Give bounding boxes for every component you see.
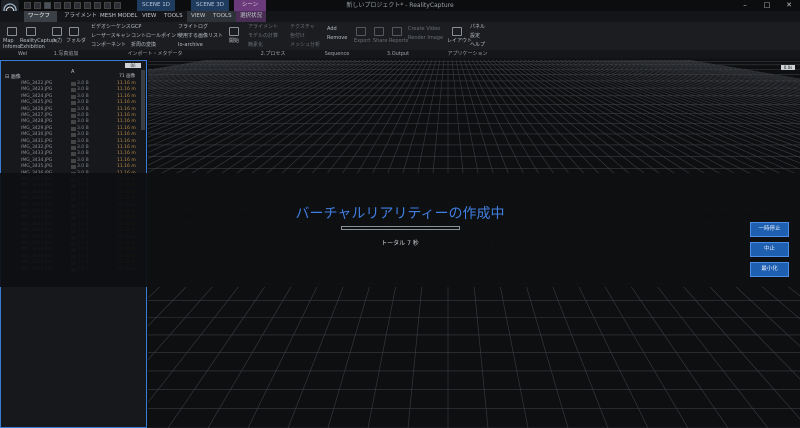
image-thumbnail-icon — [71, 139, 76, 144]
progress-elapsed-time: トータル 7 秒 — [381, 240, 419, 247]
title-bar: SCENE 1D SCENE 3D シーン 新しいプロジェクト* - Reali… — [0, 0, 800, 22]
image-thumbnail-icon — [71, 146, 76, 150]
folder-open-icon[interactable] — [52, 27, 62, 36]
image-thumbnail-icon — [71, 82, 76, 86]
help-button[interactable]: ヘルプ — [470, 42, 485, 48]
menu-workflow[interactable]: ワークフロー — [24, 11, 57, 30]
expand-icon[interactable]: ⊟ — [5, 74, 9, 80]
progress-bar — [341, 226, 460, 230]
image-thumbnail-icon — [71, 158, 76, 163]
menu-view[interactable]: VIEW — [138, 11, 160, 22]
control-points-button[interactable]: コントロールポイント — [131, 33, 181, 39]
align-button[interactable]: アライメント — [248, 24, 278, 30]
input-button-label[interactable]: 入力 — [52, 38, 62, 44]
image-thumbnail-icon — [71, 152, 76, 157]
menu-mesh-model[interactable]: MESH MODEL — [96, 11, 141, 22]
panels-button[interactable]: パネル — [470, 24, 485, 30]
ribbon-group-labels: Wel 1.写真追加 インポート・メタデータ 2.プロセス Sequence 3… — [0, 50, 800, 58]
compute-model-button[interactable]: モデルの計算 — [248, 33, 278, 39]
io-archive-button[interactable]: Io-archive — [178, 42, 203, 48]
flight-log-button[interactable]: フライトログ — [178, 24, 208, 30]
map-icon[interactable] — [7, 27, 17, 36]
export-button-label[interactable]: Export — [354, 38, 370, 44]
start-icon[interactable] — [229, 27, 239, 36]
group-label-sequence: Sequence — [324, 51, 350, 57]
image-thumbnail-icon — [71, 94, 76, 99]
minimize-button[interactable]: – — [734, 0, 756, 11]
reports-button-label[interactable]: Reports — [389, 38, 408, 44]
sequence-remove-button[interactable]: Remove — [327, 35, 347, 41]
video-sequence-button[interactable]: ビデオシーケンス — [91, 24, 131, 30]
laser-scan-button[interactable]: レーザースキャン — [91, 33, 131, 39]
image-thumbnail-icon — [71, 126, 76, 131]
progress-overlay: バーチャルリアリティーの作成中 トータル 7 秒 一時停止 中止 最小化 — [0, 173, 800, 287]
realitycapture-icon[interactable] — [26, 27, 36, 36]
image-thumbnail-icon — [71, 114, 76, 118]
viewport-badge: 0.0s — [781, 65, 795, 70]
folder-icon[interactable] — [69, 27, 79, 36]
layout-icon[interactable] — [452, 27, 462, 36]
share-icon[interactable] — [374, 27, 384, 36]
folder-button-label[interactable]: フォルダ — [66, 38, 86, 44]
layout-button-label[interactable]: レイアウト — [447, 38, 472, 44]
group-label-add-photos: 1.写真追加 — [53, 51, 79, 57]
image-thumbnail-icon — [71, 88, 76, 93]
menu-view-context[interactable]: VIEW — [187, 11, 210, 22]
sequence-add-button[interactable]: Add — [327, 26, 337, 32]
reports-icon[interactable] — [392, 27, 402, 36]
simplify-button[interactable]: 簡素化 — [248, 42, 263, 48]
images-tree-label[interactable]: ⊟ 画像 — [5, 73, 21, 80]
image-list-button[interactable]: 使用する画像リスト — [178, 33, 223, 39]
transform-button[interactable]: 折周の変換 — [131, 42, 156, 48]
component-button[interactable]: コンポーネント — [91, 42, 126, 48]
status-column-header: 71 画像 — [119, 74, 136, 79]
gcp-button[interactable]: GCP — [131, 24, 141, 30]
progress-title: バーチャルリアリティーの作成中 — [295, 206, 505, 222]
image-thumbnail-icon — [71, 120, 76, 125]
share-button-label[interactable]: Share — [373, 38, 387, 44]
close-button[interactable]: ✕ — [778, 0, 800, 11]
menu-tools-context[interactable]: TOOLS — [209, 11, 236, 22]
menu-bar: ワークフロー アライメント MESH MODEL VIEW TOOLS VIEW… — [0, 11, 800, 30]
colorize-button[interactable]: 色付け — [290, 33, 305, 39]
image-thumbnail-icon — [71, 101, 76, 106]
image-thumbnail-icon — [71, 107, 76, 112]
menu-alignment[interactable]: アライメント — [60, 11, 101, 22]
menu-selection[interactable]: 選択状況 — [236, 11, 267, 22]
images-panel-scrollbar[interactable] — [141, 70, 145, 130]
pause-button[interactable]: 一時停止 — [750, 222, 789, 237]
image-thumbnail-icon — [71, 165, 76, 170]
panel-header-badge: 0/i — [125, 63, 141, 68]
group-label-import-metadata: インポート・メタデータ — [127, 51, 183, 57]
create-video-button[interactable]: Create Video — [408, 26, 440, 32]
abort-button[interactable]: 中止 — [750, 242, 789, 257]
group-label-wel: Wel — [17, 51, 28, 57]
window-title: 新しいプロジェクト* - RealityCapture — [346, 2, 454, 9]
group-label-application: アプリケーション — [447, 51, 488, 57]
maximize-button[interactable]: □ — [756, 0, 778, 11]
mesh-analysis-button[interactable]: メッシュ分析 — [290, 42, 320, 48]
image-thumbnail-icon — [71, 133, 76, 138]
menu-tools[interactable]: TOOLS — [160, 11, 187, 22]
render-image-button[interactable]: Render Image — [408, 35, 443, 41]
minimize-dialog-button[interactable]: 最小化 — [750, 262, 789, 277]
settings-button[interactable]: 設定 — [470, 33, 480, 39]
group-label-process: 2.プロセス — [260, 51, 286, 57]
type-column-header: A — [71, 69, 75, 75]
start-button-label[interactable]: 開始 — [229, 38, 239, 44]
texture-button[interactable]: テクスチャ — [290, 24, 315, 30]
map-button-label[interactable]: Map Infomo — [3, 38, 20, 50]
export-icon[interactable] — [356, 27, 366, 36]
group-label-output: 3.Output — [386, 51, 410, 57]
